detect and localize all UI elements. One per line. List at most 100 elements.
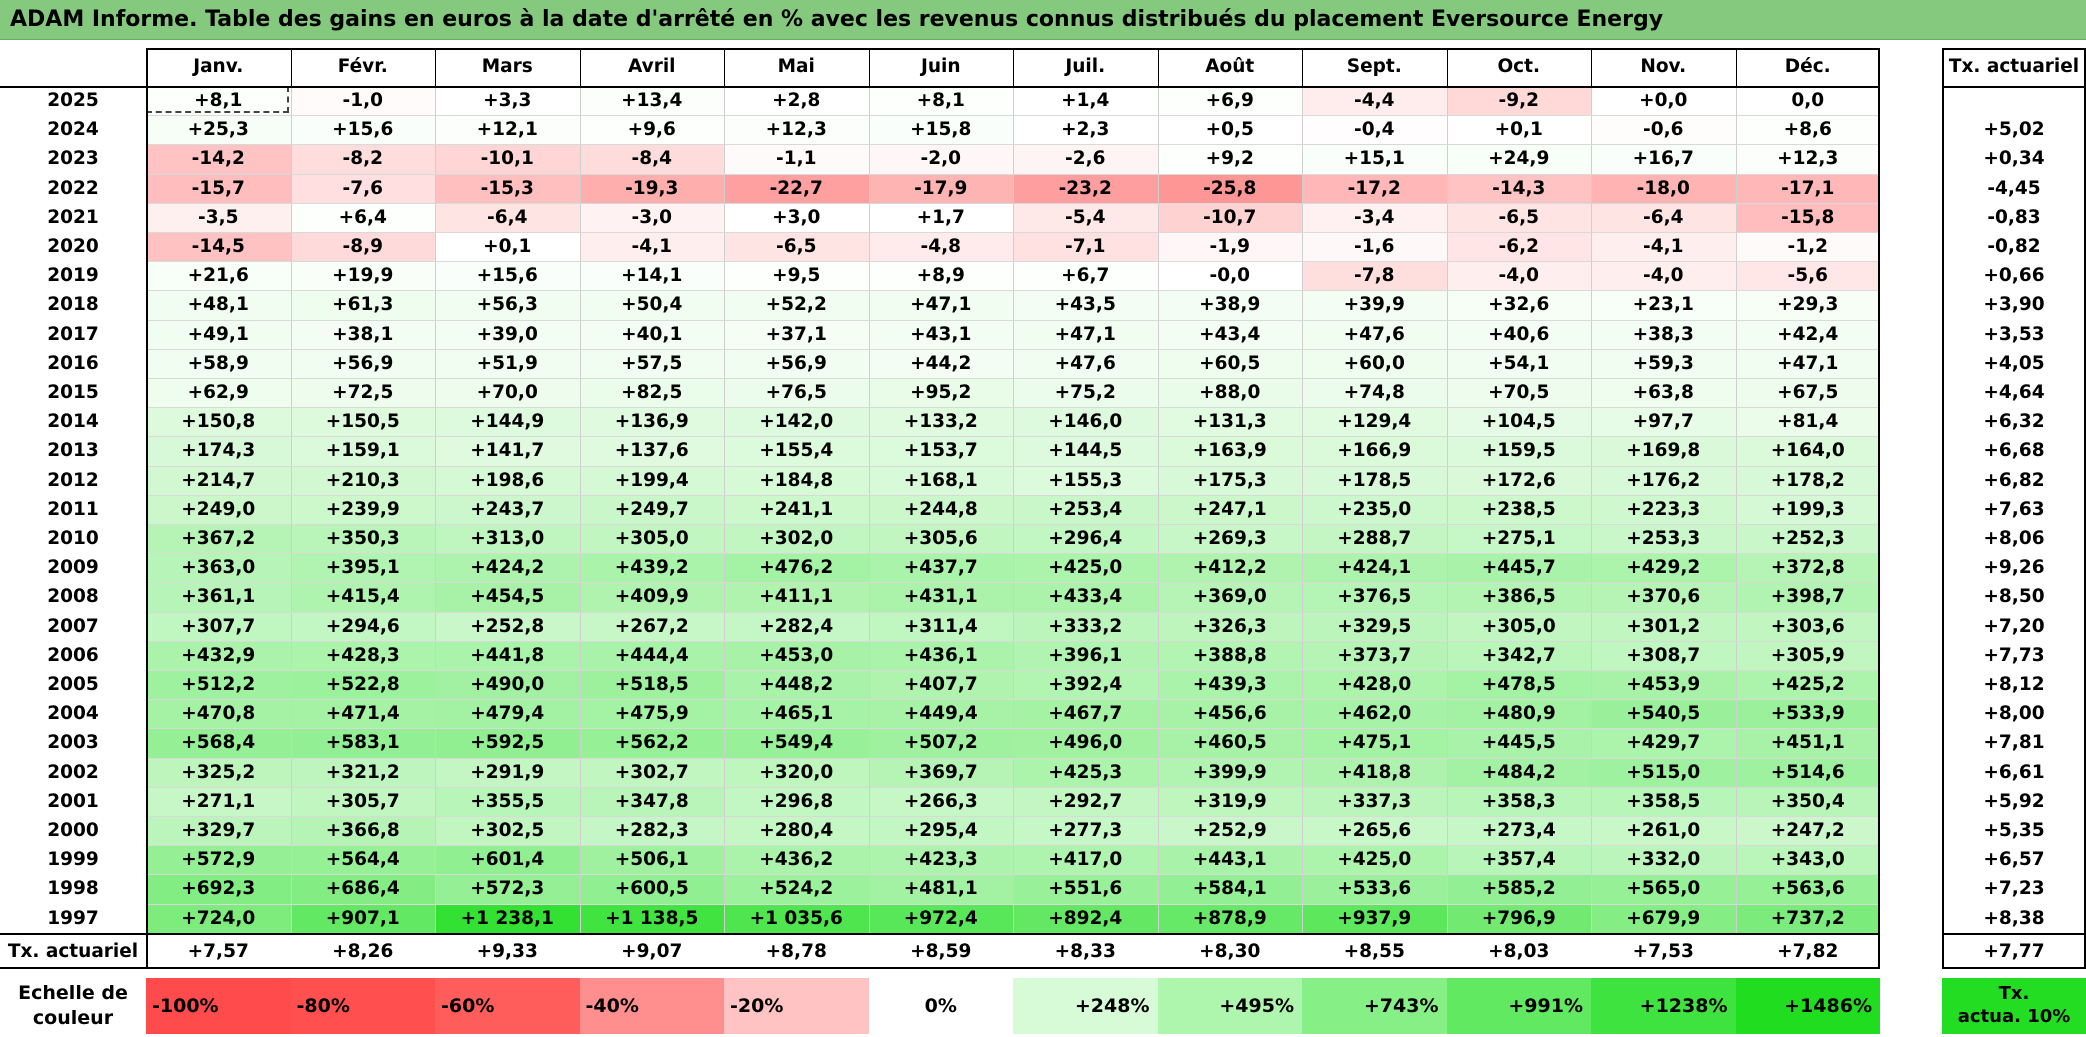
year-label: 1999 <box>47 849 99 871</box>
year-label: 2007 <box>47 615 99 637</box>
year-label: 2006 <box>47 644 99 666</box>
value-cell: +146,0 <box>1013 407 1158 437</box>
value-cell: +358,5 <box>1591 786 1736 816</box>
value-cell: +47,6 <box>1302 319 1447 349</box>
value-cell: +305,6 <box>868 524 1013 554</box>
value-cell: +252,8 <box>435 611 580 641</box>
value-cell: +9,2 <box>1157 144 1302 174</box>
value-cell: +76,5 <box>724 378 869 408</box>
value-cell: +439,3 <box>1157 670 1302 700</box>
rate-cell: +7,73 <box>1983 644 2045 666</box>
footer-rate-cell: +8,26 <box>332 940 394 962</box>
grid-line <box>146 436 1880 438</box>
value-cell: +184,8 <box>724 465 869 495</box>
value-cell: -4,4 <box>1302 86 1447 116</box>
value-cell: +305,9 <box>1735 640 1880 670</box>
month-header: Nov. <box>1640 56 1687 77</box>
value-cell: +75,2 <box>1013 378 1158 408</box>
value-cell: +515,0 <box>1591 757 1736 787</box>
value-cell: +0,1 <box>435 232 580 262</box>
value-cell: +311,4 <box>868 611 1013 641</box>
header-separator <box>1302 48 1303 86</box>
rate-cell: +7,81 <box>1983 732 2045 754</box>
grid-line <box>1157 86 1159 933</box>
value-cell: +479,4 <box>435 699 580 729</box>
value-cell: -4,8 <box>868 232 1013 262</box>
value-cell: +9,6 <box>579 115 724 145</box>
value-cell: +411,1 <box>724 582 869 612</box>
legend-rate-line1: Tx. <box>1942 978 2086 1006</box>
value-cell: -17,9 <box>868 173 1013 203</box>
value-cell: +451,1 <box>1735 728 1880 758</box>
year-label: 2003 <box>47 732 99 754</box>
header-separator <box>1735 48 1737 86</box>
rate-cell: +7,20 <box>1983 615 2045 637</box>
footer-label: Tx. actuariel <box>7 940 139 962</box>
value-cell: +480,9 <box>1446 699 1591 729</box>
value-cell: +282,4 <box>724 611 869 641</box>
value-cell: +266,3 <box>868 786 1013 816</box>
value-cell: -18,0 <box>1591 173 1736 203</box>
rate-cell: +0,34 <box>1983 148 2045 170</box>
month-header: Oct. <box>1497 56 1541 77</box>
legend-scale-cell: +1486% <box>1735 978 1880 1034</box>
value-cell: +433,4 <box>1013 582 1158 612</box>
rate-cell: +6,68 <box>1983 440 2045 462</box>
value-cell: -14,3 <box>1446 173 1591 203</box>
value-cell: +164,0 <box>1735 436 1880 466</box>
value-cell: +104,5 <box>1446 407 1591 437</box>
value-cell: +47,1 <box>868 290 1013 320</box>
footer-rate-cell: +8,03 <box>1488 940 1550 962</box>
value-cell: +47,1 <box>1735 348 1880 378</box>
rate-cell: +0,66 <box>1983 265 2045 287</box>
value-cell: +210,3 <box>290 465 435 495</box>
value-cell: +476,2 <box>724 553 869 583</box>
value-cell: +43,5 <box>1013 290 1158 320</box>
value-cell: +337,3 <box>1302 786 1447 816</box>
month-header: Sept. <box>1346 56 1402 77</box>
header-separator <box>868 48 870 86</box>
value-cell: +329,7 <box>146 816 291 846</box>
value-cell: +129,4 <box>1302 407 1447 437</box>
value-cell: +2,3 <box>1013 115 1158 145</box>
grid-line <box>146 144 1880 146</box>
current-cell-marker <box>146 86 289 114</box>
legend-scale-cell: 0% <box>868 978 1013 1034</box>
value-cell: +343,0 <box>1735 845 1880 875</box>
value-cell: -6,5 <box>724 232 869 262</box>
rate-cell: +6,82 <box>1983 469 2045 491</box>
rate-cell: +8,00 <box>1983 703 2045 725</box>
value-cell: +155,4 <box>724 436 869 466</box>
grid-line <box>146 611 1880 613</box>
legend-scale-cell: -20% <box>724 978 869 1034</box>
value-cell: +39,9 <box>1302 290 1447 320</box>
value-cell: +38,3 <box>1591 319 1736 349</box>
value-cell: +49,1 <box>146 319 291 349</box>
value-cell: +275,1 <box>1446 524 1591 554</box>
grid-line <box>146 261 1880 263</box>
grid-line <box>146 845 1880 847</box>
value-cell: +481,1 <box>868 874 1013 904</box>
value-cell: +141,7 <box>435 436 580 466</box>
value-cell: +82,5 <box>579 378 724 408</box>
value-cell: +9,5 <box>724 261 869 291</box>
table-border <box>1942 48 1944 969</box>
table-border <box>1942 48 2086 50</box>
value-cell: +13,4 <box>579 86 724 116</box>
value-cell: +58,9 <box>146 348 291 378</box>
value-cell: -7,6 <box>290 173 435 203</box>
value-cell: +67,5 <box>1735 378 1880 408</box>
grid-line <box>1302 86 1303 933</box>
value-cell: +563,6 <box>1735 874 1880 904</box>
value-cell: +95,2 <box>868 378 1013 408</box>
value-cell: +12,1 <box>435 115 580 145</box>
value-cell: +357,4 <box>1446 845 1591 875</box>
year-label: 2012 <box>47 469 99 491</box>
value-cell: -14,2 <box>146 144 291 174</box>
value-cell: -19,3 <box>579 173 724 203</box>
value-cell: +376,5 <box>1302 582 1447 612</box>
value-cell: +1 238,1 <box>435 903 580 933</box>
value-cell: +0,1 <box>1446 115 1591 145</box>
value-cell: +144,9 <box>435 407 580 437</box>
value-cell: +56,9 <box>290 348 435 378</box>
